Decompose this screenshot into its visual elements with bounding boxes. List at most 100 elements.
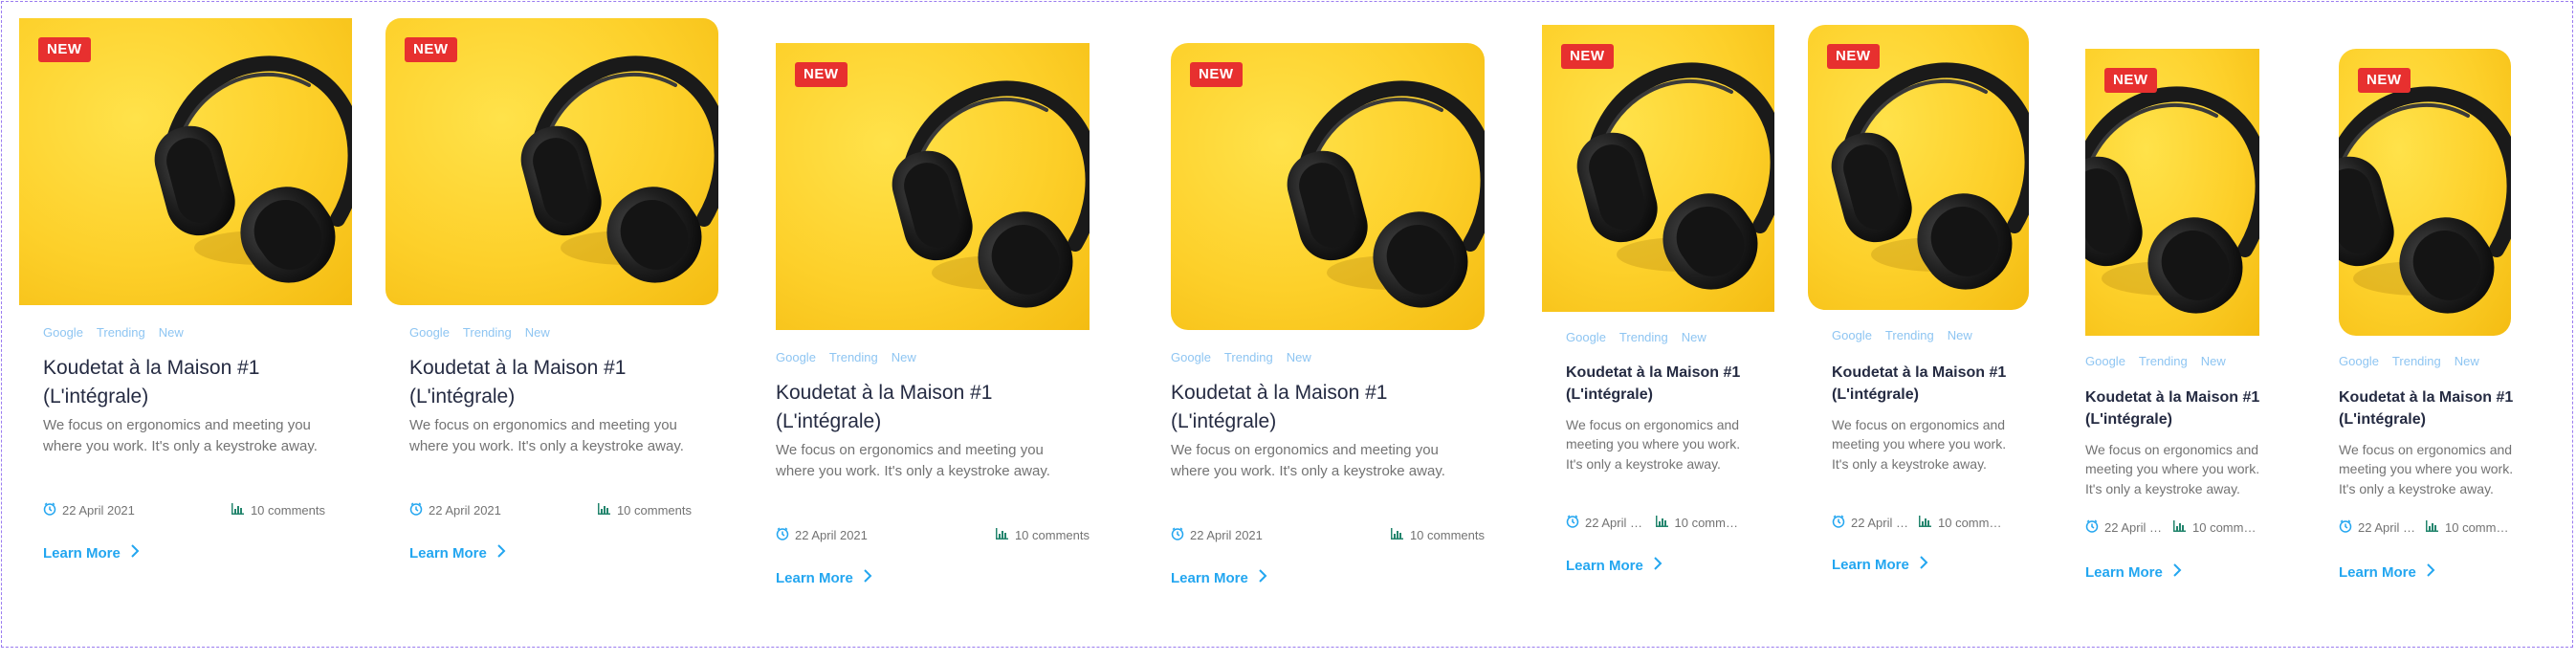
card-image[interactable]: NEW: [776, 43, 1090, 330]
comments-text: 10 comments: [1409, 528, 1485, 542]
new-badge: NEW: [1190, 62, 1243, 87]
tag-link[interactable]: New: [2455, 354, 2479, 368]
tag-link[interactable]: New: [159, 325, 184, 340]
card-image[interactable]: NEW: [2085, 49, 2259, 336]
chevron-right-icon: [863, 568, 872, 587]
card-title[interactable]: Koudetat à la Maison #1 (L'intégrale): [776, 379, 1063, 437]
comments-info: 10 comments: [1918, 515, 2004, 531]
card-image[interactable]: NEW: [385, 18, 718, 305]
chevron-right-icon: [1258, 568, 1267, 587]
card-image[interactable]: NEW: [1542, 25, 1774, 312]
tag-link[interactable]: Google: [2339, 354, 2379, 368]
learn-more-link[interactable]: Learn More: [1566, 556, 1662, 575]
tag-link[interactable]: Trending: [1224, 350, 1273, 364]
tag-link[interactable]: New: [892, 350, 916, 364]
learn-more-link[interactable]: Learn More: [43, 543, 140, 562]
learn-more-link[interactable]: Learn More: [1832, 555, 1928, 574]
date-info: 22 April 2021: [1171, 527, 1263, 543]
tag-link[interactable]: Trending: [1885, 328, 1934, 342]
comments-text: 10 comments: [250, 503, 325, 518]
chevron-right-icon: [1653, 556, 1662, 575]
tag-link[interactable]: New: [2201, 354, 2226, 368]
date-text: 22 April 2021: [1585, 516, 1645, 530]
alarm-clock-icon: [1171, 527, 1184, 543]
product-card: NEW Google Trending New Koudetat à la Mais…: [1808, 25, 2029, 637]
chart-icon: [597, 502, 611, 518]
card-meta: 22 April 2021 10 comments: [1566, 515, 1743, 531]
learn-more-link[interactable]: Learn More: [2085, 562, 2182, 582]
date-info: 22 April 2021: [409, 502, 501, 518]
comments-text: 10 comments: [2192, 520, 2259, 535]
alarm-clock-icon: [1832, 515, 1845, 531]
comments-info: 10 comments: [2172, 519, 2259, 536]
learn-more-link[interactable]: Learn More: [409, 543, 506, 562]
tag-link[interactable]: Trending: [1619, 330, 1668, 344]
card-image[interactable]: NEW: [19, 18, 352, 305]
tag-link[interactable]: New: [525, 325, 550, 340]
comments-info: 10 comments: [2425, 519, 2511, 536]
tag-list: Google Trending New: [2339, 354, 2479, 368]
tag-link[interactable]: Trending: [463, 325, 512, 340]
tag-list: Google Trending New: [776, 350, 916, 364]
tag-link[interactable]: Google: [2085, 354, 2125, 368]
learn-more-label: Learn More: [2339, 563, 2416, 581]
chevron-right-icon: [2172, 562, 2182, 582]
learn-more-link[interactable]: Learn More: [1171, 568, 1267, 587]
tag-link[interactable]: Google: [1566, 330, 1606, 344]
card-description: We focus on ergonomics and meeting you w…: [409, 417, 684, 454]
tag-link[interactable]: Trending: [97, 325, 145, 340]
learn-more-link[interactable]: Learn More: [776, 568, 872, 587]
alarm-clock-icon: [2339, 519, 2352, 536]
card-title[interactable]: Koudetat à la Maison #1 (L'intégrale): [2339, 386, 2521, 430]
tag-link[interactable]: Trending: [829, 350, 878, 364]
card-meta: 22 April 2021 10 comments: [776, 527, 1090, 543]
card-title[interactable]: Koudetat à la Maison #1 (L'intégrale): [1566, 362, 1748, 406]
tag-link[interactable]: New: [1287, 350, 1311, 364]
card-title[interactable]: Koudetat à la Maison #1 (L'intégrale): [43, 354, 330, 412]
date-info: 22 April 2021: [1832, 515, 1909, 531]
card-title[interactable]: Koudetat à la Maison #1 (L'intégrale): [2085, 386, 2267, 430]
new-badge: NEW: [1561, 44, 1614, 69]
chart-icon: [1390, 527, 1404, 543]
learn-more-label: Learn More: [2085, 563, 2163, 581]
card-description: We focus on ergonomics and meeting you w…: [1566, 417, 1741, 472]
tag-link[interactable]: Google: [1832, 328, 1872, 342]
date-text: 22 April 2021: [795, 528, 868, 542]
card-meta: 22 April 2021 10 comments: [43, 502, 325, 518]
learn-more-link[interactable]: Learn More: [2339, 562, 2435, 582]
chevron-right-icon: [1919, 555, 1928, 574]
tag-link[interactable]: Google: [776, 350, 816, 364]
date-info: 22 April 2021: [2339, 519, 2416, 536]
card-meta: 22 April 2021 10 comments: [409, 502, 692, 518]
alarm-clock-icon: [776, 527, 789, 543]
chart-icon: [995, 527, 1009, 543]
tag-list: Google Trending New: [409, 325, 550, 340]
tag-link[interactable]: Google: [1171, 350, 1211, 364]
card-title[interactable]: Koudetat à la Maison #1 (L'intégrale): [1171, 379, 1458, 437]
card-title[interactable]: Koudetat à la Maison #1 (L'intégrale): [409, 354, 696, 412]
tag-link[interactable]: Google: [409, 325, 450, 340]
comments-info: 10 comments: [1655, 515, 1743, 531]
card-description: We focus on ergonomics and meeting you w…: [1832, 417, 2007, 472]
product-card: NEW Google Trending New Koudetat à la Mais…: [1171, 43, 1485, 655]
card-meta: 22 April 2021 10 comments: [2085, 519, 2259, 536]
learn-more-label: Learn More: [1171, 569, 1248, 586]
comments-text: 10 comments: [1938, 516, 2004, 530]
product-card: NEW Google Trending New Koudetat à la Mais…: [19, 18, 352, 630]
tag-link[interactable]: Google: [43, 325, 83, 340]
tag-list: Google Trending New: [1832, 328, 1972, 342]
product-card: NEW Google Trending New Koudetat à la Mais…: [385, 18, 718, 630]
comments-info: 10 comments: [597, 502, 692, 518]
new-badge: NEW: [795, 62, 848, 87]
tag-link[interactable]: New: [1682, 330, 1706, 344]
card-image[interactable]: NEW: [1808, 25, 2029, 310]
product-card: NEW Google Trending New Koudetat à la Mais…: [2339, 49, 2521, 661]
card-image[interactable]: NEW: [1171, 43, 1485, 330]
tag-link[interactable]: New: [1948, 328, 1972, 342]
card-description: We focus on ergonomics and meeting you w…: [1171, 442, 1445, 479]
card-image[interactable]: NEW: [2339, 49, 2511, 336]
date-text: 22 April 2021: [62, 503, 135, 518]
tag-link[interactable]: Trending: [2392, 354, 2441, 368]
tag-link[interactable]: Trending: [2139, 354, 2188, 368]
card-title[interactable]: Koudetat à la Maison #1 (L'intégrale): [1832, 362, 2014, 406]
